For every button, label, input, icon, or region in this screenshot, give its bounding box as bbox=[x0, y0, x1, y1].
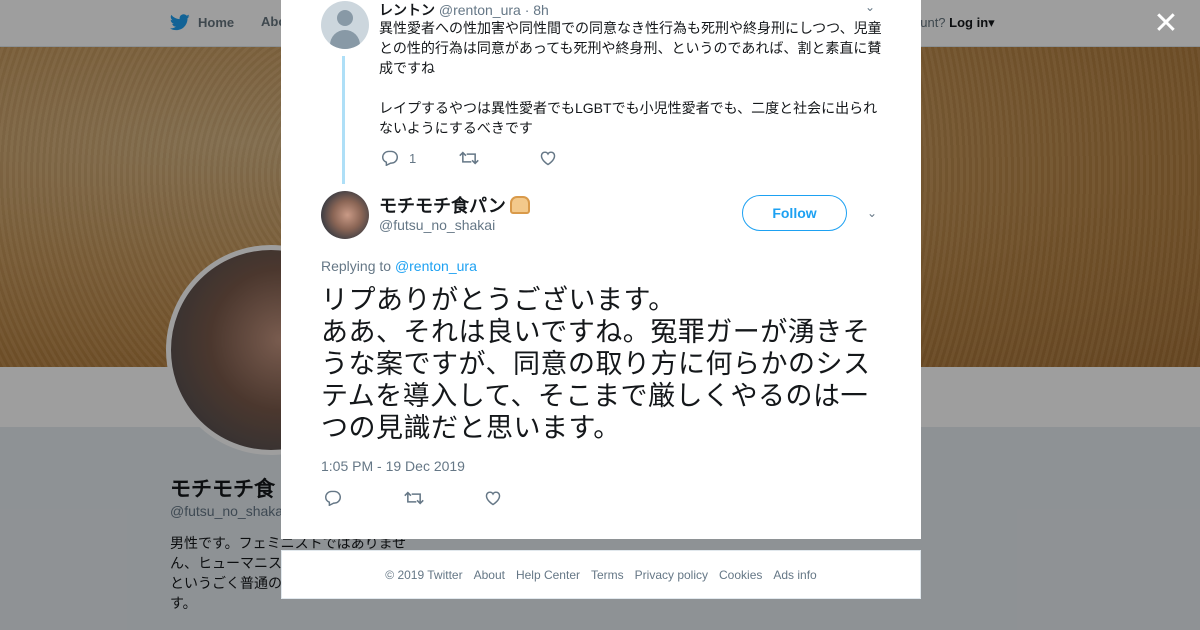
parent-author-handle[interactable]: @renton_ura bbox=[439, 2, 521, 18]
retweet-action[interactable] bbox=[459, 150, 539, 166]
replying-handle-link[interactable]: @renton_ura bbox=[395, 258, 477, 274]
parent-tweet-header: レントン @renton_ura · 8h bbox=[379, 0, 549, 20]
footer-link-cookies[interactable]: Cookies bbox=[719, 568, 762, 582]
modal-footer: © 2019 Twitter About Help Center Terms P… bbox=[281, 550, 921, 599]
default-avatar-body bbox=[330, 30, 360, 49]
reply-icon bbox=[381, 150, 399, 166]
follow-button[interactable]: Follow bbox=[742, 195, 847, 231]
close-icon[interactable]: ✕ bbox=[1150, 8, 1182, 40]
reply-icon bbox=[324, 490, 342, 506]
retweet-icon bbox=[404, 491, 424, 505]
reply-action[interactable]: 1 bbox=[381, 150, 459, 166]
footer-link-about[interactable]: About bbox=[474, 568, 505, 582]
main-tweet-actions bbox=[324, 490, 502, 506]
like-action[interactable] bbox=[484, 490, 502, 506]
replying-prefix: Replying to bbox=[321, 258, 392, 274]
thread-line bbox=[342, 56, 345, 184]
parent-avatar[interactable] bbox=[321, 1, 369, 49]
author-avatar[interactable] bbox=[321, 191, 369, 239]
footer-link-help-center[interactable]: Help Center bbox=[516, 568, 580, 582]
author-name: モチモチ食パン bbox=[379, 196, 506, 216]
tweet-modal: レントン @renton_ura · 8h ⌄ 異性愛者への性加害や同性間での同… bbox=[281, 0, 921, 539]
heart-icon bbox=[540, 151, 556, 166]
replying-to: Replying to @renton_ura bbox=[321, 258, 477, 274]
parent-tweet-actions: 1 bbox=[381, 150, 557, 166]
parent-author-name[interactable]: レントン bbox=[379, 2, 435, 18]
heart-icon bbox=[485, 491, 501, 506]
main-tweet-text: リプありがとうございます。 ああ、それは良いですね。冤罪ガーが湧きそうな案ですが… bbox=[321, 285, 871, 443]
footer-copyright: © 2019 Twitter bbox=[385, 567, 463, 582]
like-action[interactable] bbox=[539, 150, 557, 166]
retweet-icon bbox=[459, 151, 479, 165]
footer-link-terms[interactable]: Terms bbox=[591, 568, 624, 582]
chevron-down-icon[interactable]: ⌄ bbox=[865, 0, 875, 14]
bread-emoji-icon bbox=[509, 196, 530, 214]
default-avatar-head bbox=[337, 10, 353, 26]
reply-action[interactable] bbox=[324, 490, 404, 506]
tweet-timestamp[interactable]: 1:05 PM - 19 Dec 2019 bbox=[321, 458, 465, 474]
author-name-row[interactable]: モチモチ食パン bbox=[379, 192, 530, 218]
parent-tweet-text: 異性愛者への性加害や同性間での同意なき性行為も死刑や終身刑にしつつ、児童との性的… bbox=[379, 20, 882, 136]
retweet-action[interactable] bbox=[404, 490, 484, 506]
parent-tweet-time[interactable]: · 8h bbox=[525, 2, 549, 18]
chevron-down-icon[interactable]: ⌄ bbox=[867, 206, 877, 220]
footer-link-ads-info[interactable]: Ads info bbox=[773, 568, 816, 582]
author-handle[interactable]: @futsu_no_shakai bbox=[379, 217, 495, 233]
reply-count: 1 bbox=[409, 150, 417, 166]
footer-link-privacy[interactable]: Privacy policy bbox=[635, 568, 708, 582]
